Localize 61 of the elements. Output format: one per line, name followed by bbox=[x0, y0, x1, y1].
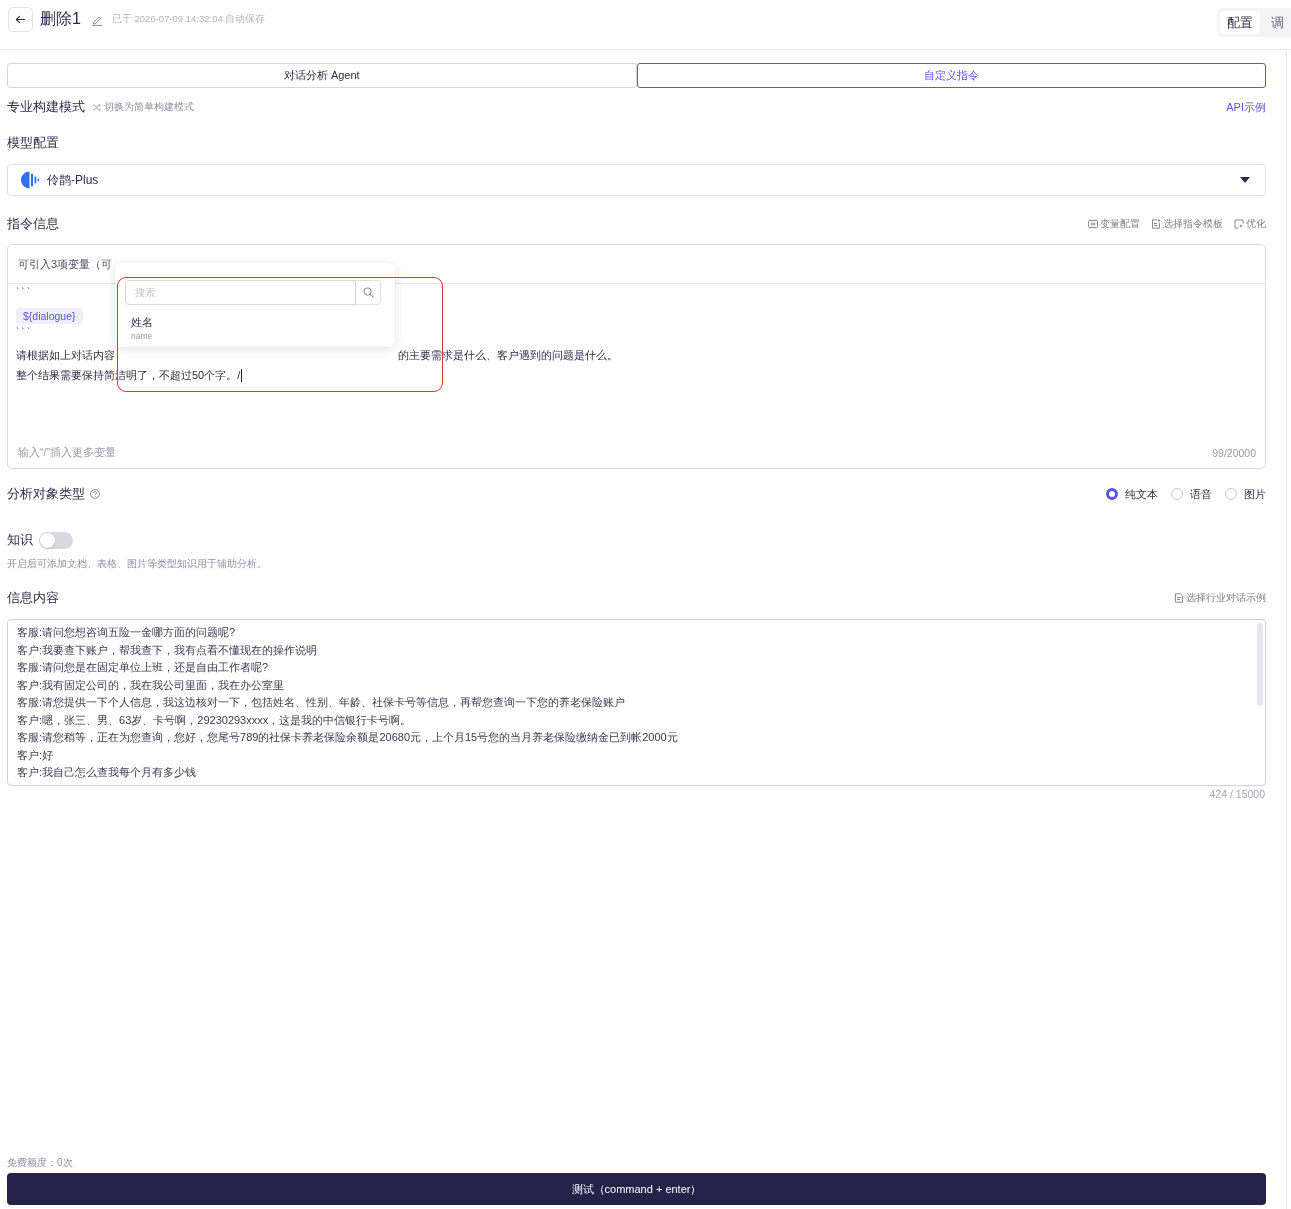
dialogue-line: 客服:请问您想咨询五险一金哪方面的问题呢? bbox=[17, 625, 237, 640]
sparkle-frame-icon bbox=[1234, 219, 1244, 229]
test-button[interactable]: 测试（command + enter） bbox=[7, 1173, 1266, 1205]
dialogue-line: 客户:我有固定公司的，我在我公司里面，我在办公室里 bbox=[17, 677, 286, 693]
radio-button[interactable] bbox=[1171, 488, 1183, 500]
toolbar-link[interactable]: 优化 bbox=[1234, 217, 1266, 231]
shuffle-icon bbox=[92, 102, 101, 112]
caret-down-icon bbox=[1240, 177, 1250, 183]
section-title: 模型配置 bbox=[7, 134, 59, 152]
page-title: 删除1 bbox=[40, 9, 81, 29]
knowledge-toggle[interactable] bbox=[39, 531, 73, 549]
dialogue-line: 客服:请您提供一下个人信息，我这边核对一下，包括姓名、性别、年龄、社保卡号等信息，再帮您查询一下您的养老保险账户 bbox=[17, 695, 627, 710]
instruction-text: 请根据如上对话内容 bbox=[16, 348, 115, 363]
mode-tab[interactable]: 自定义指令 bbox=[636, 63, 1266, 88]
message-textarea[interactable] bbox=[7, 619, 1266, 786]
variable-option[interactable]: 姓名 name bbox=[125, 315, 191, 342]
dialogue-line: 客户:我自己怎么查我每个月有多少钱 bbox=[17, 765, 198, 780]
quota-text: 免费额度：0次 bbox=[7, 1156, 73, 1170]
search-button[interactable] bbox=[356, 280, 381, 305]
help-icon[interactable] bbox=[90, 489, 100, 499]
section-title: 分析对象类型 bbox=[7, 485, 85, 503]
section-title: 信息内容 bbox=[7, 589, 59, 607]
dialogue-line: 客服:请您稍等，正在为您查询，您好，您尾号789的社保卡养老保险余额是20680元，上个月15号您的当月养老保险缴纳金已到帐2000元 bbox=[17, 730, 679, 745]
variables-hint: 可引入3项变量（可 bbox=[18, 256, 113, 272]
character-count: 424 / 15000 bbox=[1209, 787, 1266, 801]
view-tab[interactable]: 配置 bbox=[1220, 11, 1260, 34]
dialogue-line: 客服:请问您是在固定单位上班，还是自由工作者呢? bbox=[17, 660, 270, 675]
radio-label: 图片 bbox=[1244, 486, 1266, 502]
radio-label: 语音 bbox=[1190, 486, 1212, 502]
model-logo-icon bbox=[20, 170, 40, 190]
back-button[interactable] bbox=[8, 7, 33, 32]
radio-button[interactable] bbox=[1225, 488, 1237, 500]
character-count: 99/20000 bbox=[1212, 447, 1256, 459]
section-title: 专业构建模式 bbox=[7, 98, 85, 116]
section-title: 指令信息 bbox=[7, 215, 59, 233]
bars-frame-icon bbox=[1088, 219, 1098, 229]
radio-label: 纯文本 bbox=[1125, 486, 1158, 502]
view-tab[interactable]: 调 bbox=[1264, 11, 1291, 34]
arrow-left-icon bbox=[15, 14, 26, 25]
knowledge-hint: 开启后可添加文档、表格、图片等类型知识用于辅助分析。 bbox=[7, 557, 267, 571]
api-example-link[interactable]: API示例 bbox=[1226, 99, 1266, 115]
dialogue-line: 客户:好 bbox=[17, 747, 55, 763]
dialogue-line: 客户:嗯，张三、男、63岁、卡号啊，29230293xxxx，这是我的中信银行卡号啊。 bbox=[17, 712, 413, 728]
scrollbar-thumb[interactable] bbox=[1257, 623, 1263, 706]
search-icon bbox=[362, 287, 374, 298]
dialogue-line: 客户:我要查下账户，帮我查下，我有点看不懂现在的操作说明 bbox=[17, 642, 319, 658]
variable-chip[interactable]: ${dialogue} bbox=[16, 307, 83, 324]
input-hint: 输入“/”插入更多变量 bbox=[18, 446, 116, 460]
code-fence: ``` bbox=[16, 286, 32, 300]
radio-button[interactable] bbox=[1106, 488, 1118, 500]
example-link[interactable]: 选择行业对话示例 bbox=[1174, 591, 1266, 605]
toolbar-link[interactable]: 变量配置 bbox=[1088, 217, 1140, 231]
code-fence: ``` bbox=[16, 326, 32, 340]
document-plus-icon bbox=[1151, 219, 1161, 229]
autosave-status: 已于 2026-07-09 14:32:04 自动保存 bbox=[111, 13, 266, 26]
toolbar-link[interactable]: 选择指令模板 bbox=[1151, 217, 1223, 231]
mode-tab[interactable]: 对话分析 Agent bbox=[7, 63, 637, 88]
model-select[interactable]: 伶鹊-Plus bbox=[7, 164, 1266, 196]
switch-mode-link[interactable]: 切换为简单构建模式 bbox=[92, 100, 194, 114]
document-icon bbox=[1174, 593, 1184, 603]
section-title: 知识 bbox=[7, 531, 33, 549]
